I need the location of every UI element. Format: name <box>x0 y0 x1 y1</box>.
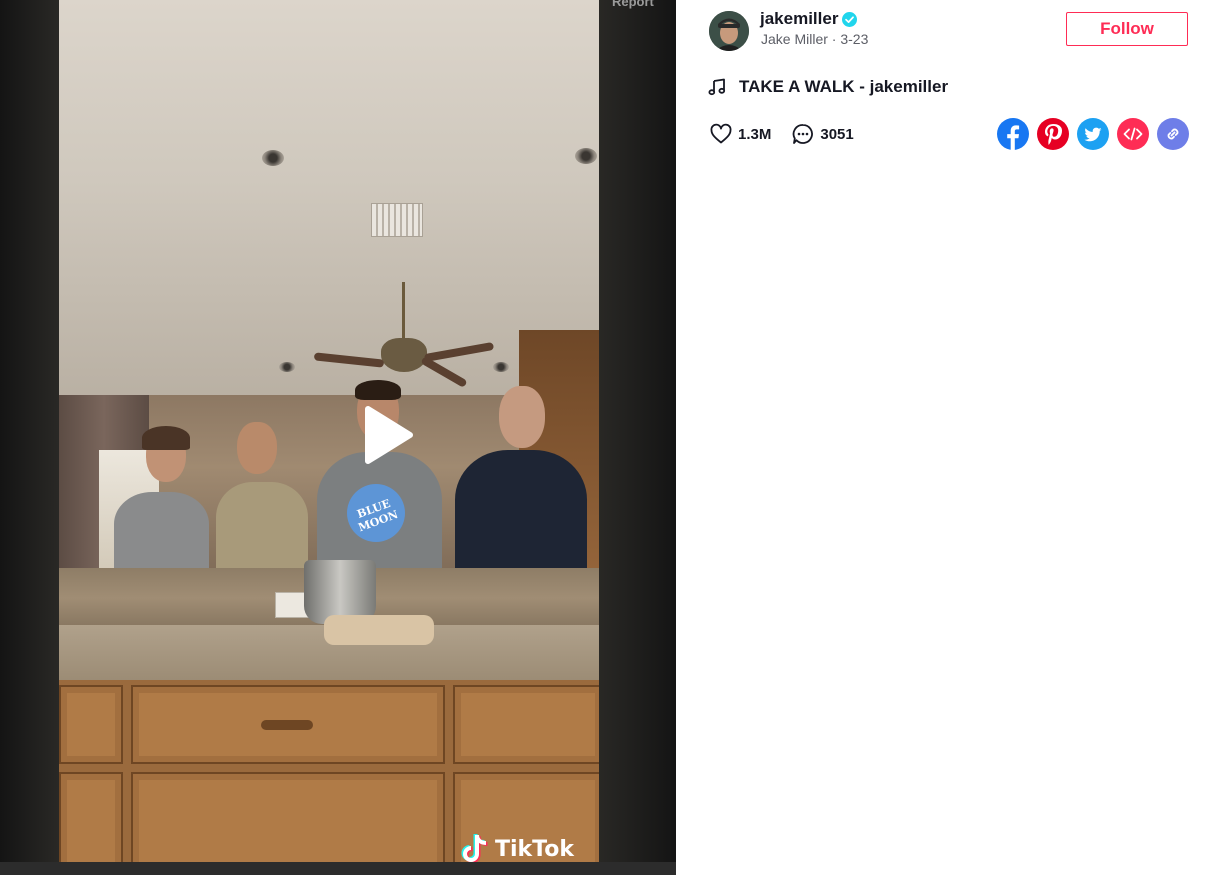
copy-link-button[interactable] <box>1157 118 1189 150</box>
play-icon <box>365 406 413 464</box>
music-link[interactable]: TAKE A WALK - jakemiller <box>708 77 948 97</box>
tiktok-watermark-text: TikTok <box>495 836 575 862</box>
follow-button[interactable]: Follow <box>1066 12 1188 46</box>
like-button[interactable]: 1.3M <box>709 122 771 146</box>
meta-separator: · <box>827 31 841 47</box>
pinterest-share-button[interactable] <box>1037 118 1069 150</box>
embed-code-icon <box>1117 118 1149 150</box>
facebook-share-icon <box>997 118 1029 150</box>
pinterest-share-icon <box>1037 118 1069 150</box>
twitter-share-icon <box>1077 118 1109 150</box>
embed-code-button[interactable] <box>1117 118 1149 150</box>
username-row: jakemiller <box>760 9 858 29</box>
music-note-icon <box>708 78 726 96</box>
play-button[interactable] <box>362 405 414 465</box>
tiktok-logo-icon <box>461 833 488 862</box>
report-link[interactable]: Report <box>612 0 654 9</box>
username-link[interactable]: jakemiller <box>760 9 838 29</box>
avatar[interactable] <box>709 11 749 51</box>
video-panel: Report BLUE MOON TikTok <box>0 0 676 875</box>
video-frame-image: BLUE MOON <box>59 0 599 862</box>
copy-link-icon <box>1157 118 1189 150</box>
tiktok-watermark: TikTok <box>460 832 574 862</box>
twitter-share-button[interactable] <box>1077 118 1109 150</box>
avatar-image <box>709 11 749 51</box>
post-info-panel: jakemiller Jake Miller · 3-23 Follow TAK… <box>676 0 1221 875</box>
heart-icon <box>710 123 732 144</box>
comment-icon <box>793 124 814 144</box>
music-title: TAKE A WALK - jakemiller <box>739 77 949 96</box>
video-player[interactable]: BLUE MOON TikTok <box>59 0 599 862</box>
display-name: Jake Miller <box>761 31 828 47</box>
post-date: 3-23 <box>840 31 869 47</box>
video-bottom-bar <box>0 862 676 875</box>
engagement-stats: 1.3M 3051 <box>709 122 874 146</box>
like-count: 1.3M <box>738 125 772 143</box>
author-meta: Jake Miller · 3-23 <box>761 31 868 47</box>
comment-count: 3051 <box>820 125 854 143</box>
share-buttons <box>997 118 1197 150</box>
facebook-share-button[interactable] <box>997 118 1029 150</box>
comment-button[interactable]: 3051 <box>791 122 854 146</box>
verified-badge-icon <box>842 11 858 27</box>
